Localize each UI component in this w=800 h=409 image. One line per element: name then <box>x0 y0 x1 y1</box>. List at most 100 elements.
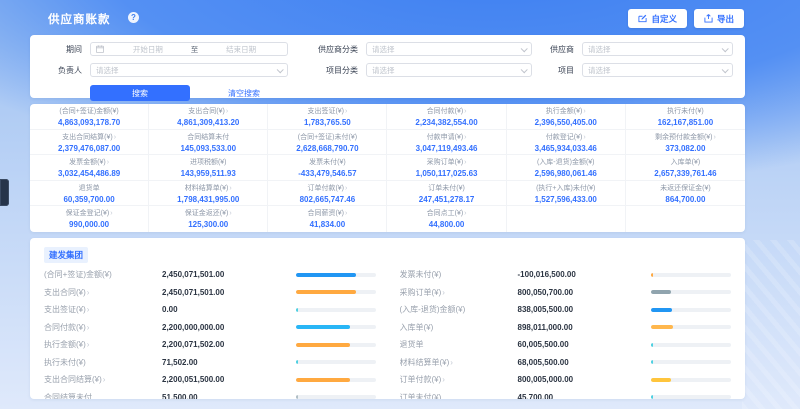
stat-label[interactable]: 支出合同结算(¥)› <box>32 133 146 143</box>
stat-label[interactable]: 剩余预付款金额(¥)› <box>628 133 743 143</box>
stat-cell: 发票金额(¥)› 3,032,454,486.89 <box>30 155 149 181</box>
chevron-down-icon <box>521 66 528 73</box>
metric-bar-fill <box>651 343 653 347</box>
metric-bar <box>651 325 731 329</box>
stat-label[interactable]: 发票金额(¥)› <box>32 158 146 168</box>
link-arrow-icon: › <box>110 210 112 217</box>
metric-value: 898,011,000.00 <box>518 323 652 332</box>
supplier-select[interactable]: 请选择 <box>582 42 733 56</box>
metric-row: (入库-退货)金额(¥) 838,005,500.00 <box>400 301 732 319</box>
metric-label[interactable]: 执行金额(¥)› <box>44 339 162 350</box>
stat-value: 60,359,700.00 <box>32 194 146 205</box>
search-button[interactable]: 搜索 <box>90 85 190 101</box>
stat-value: 864,700.00 <box>628 194 743 205</box>
date-range-input[interactable]: 开始日期 至 结束日期 <box>90 42 288 56</box>
stat-label: 退货单 <box>32 184 146 194</box>
metric-bar <box>651 378 731 382</box>
owner-select[interactable]: 请选择 <box>90 63 288 77</box>
stat-label[interactable]: 合同薪资(¥)› <box>270 209 384 219</box>
stat-label: (合同+签证)金额(¥) <box>32 107 146 117</box>
metric-label[interactable]: 订单付款(¥)› <box>400 374 518 385</box>
metric-label[interactable]: 材料结算单(¥)› <box>400 357 518 368</box>
group-name-link[interactable]: 建发集团 <box>44 247 88 263</box>
supplier-category-select[interactable]: 请选择 <box>366 42 532 56</box>
stat-value: 2,396,550,405.00 <box>509 117 623 128</box>
stat-label[interactable]: 付款登记(¥)› <box>509 133 623 143</box>
stat-label[interactable]: 材料结算单(¥)› <box>151 184 265 194</box>
metric-row: 支出合同结算(¥)› 2,200,051,500.00 <box>44 371 376 389</box>
link-arrow-icon: › <box>464 210 466 217</box>
metric-bar <box>296 360 376 364</box>
stat-value: 802,665,747.46 <box>270 194 384 205</box>
metric-label: 入库单(¥) <box>400 322 518 333</box>
customize-button[interactable]: 自定义 <box>628 9 687 28</box>
stat-value: -433,479,546.57 <box>270 168 384 179</box>
metric-bar <box>296 273 376 277</box>
metric-value: 68,005,500.00 <box>518 358 652 367</box>
link-arrow-icon: › <box>442 375 445 384</box>
export-button[interactable]: 导出 <box>694 9 744 28</box>
metric-bar <box>651 360 731 364</box>
export-icon <box>704 14 713 23</box>
stat-label[interactable]: 支出合同(¥)› <box>151 107 265 117</box>
stat-label[interactable]: 采购订单(¥)› <box>389 158 503 168</box>
stat-label: (入库-退货)金额(¥) <box>509 158 623 168</box>
metric-label: 发票未付(¥) <box>400 269 518 280</box>
metric-bar <box>296 395 376 399</box>
stat-label[interactable]: 支出签证(¥)› <box>270 107 384 117</box>
metric-list-left: (合同+签证)金额(¥) 2,450,071,501.00 支出合同(¥)› 2… <box>44 266 376 399</box>
stat-label[interactable]: 保证金登记(¥)› <box>32 209 146 219</box>
metric-row: 订单付款(¥)› 800,005,000.00 <box>400 371 732 389</box>
stat-label[interactable]: 合同付款(¥)› <box>389 107 503 117</box>
metric-label: 执行未付(¥) <box>44 357 162 368</box>
link-arrow-icon: › <box>464 108 466 115</box>
stat-label[interactable]: 付款申请(¥)› <box>389 133 503 143</box>
stat-cell: 保证金返还(¥)› 125,300.00 <box>149 206 268 232</box>
stat-cell: 保证金登记(¥)› 990,000.00 <box>30 206 149 232</box>
metric-label: (合同+签证)金额(¥) <box>44 269 162 280</box>
drawer-handle[interactable] <box>0 179 9 206</box>
metric-row: 支出合同(¥)› 2,450,071,501.00 <box>44 283 376 301</box>
calendar-icon <box>96 45 104 53</box>
metric-row: 入库单(¥) 898,011,000.00 <box>400 318 732 336</box>
stat-value: 3,032,454,486.89 <box>32 168 146 179</box>
stat-cell: (入库-退货)金额(¥) 2,596,980,061.46 <box>507 155 626 181</box>
metric-bar-fill <box>296 308 298 312</box>
customize-label: 自定义 <box>651 13 677 25</box>
project-select[interactable]: 请选择 <box>582 63 733 77</box>
stat-label[interactable]: 执行金额(¥)› <box>509 107 623 117</box>
stat-value: 4,861,309,413.20 <box>151 117 265 128</box>
metric-row: 执行未付(¥) 71,502.00 <box>44 353 376 371</box>
help-icon[interactable]: ? <box>128 12 139 23</box>
stat-label[interactable]: 订单付款(¥)› <box>270 184 384 194</box>
stat-cell-empty <box>626 206 745 232</box>
metric-bar <box>651 395 731 399</box>
link-arrow-icon: › <box>345 210 347 217</box>
link-arrow-icon: › <box>229 185 231 192</box>
metric-bar <box>296 325 376 329</box>
metric-value: 800,005,000.00 <box>518 375 652 384</box>
metric-label[interactable]: 支出合同结算(¥)› <box>44 374 162 385</box>
metric-label[interactable]: 支出签证(¥)› <box>44 304 162 315</box>
metric-label[interactable]: 采购订单(¥)› <box>400 287 518 298</box>
stat-cell: 订单未付(¥) 247,451,278.17 <box>387 181 506 207</box>
link-arrow-icon: › <box>87 323 90 332</box>
metric-row: 执行金额(¥)› 2,200,071,502.00 <box>44 336 376 354</box>
metric-label[interactable]: 支出合同(¥)› <box>44 287 162 298</box>
metric-bar <box>651 343 731 347</box>
project-category-select[interactable]: 请选择 <box>366 63 532 77</box>
stat-label[interactable]: 合同点工(¥)› <box>389 209 503 219</box>
owner-label: 负责人 <box>42 65 82 76</box>
stat-label[interactable]: 保证金返还(¥)› <box>151 209 265 219</box>
metric-bar <box>296 343 376 347</box>
supplier-label: 供应商 <box>540 44 574 55</box>
metric-row: 采购订单(¥)› 800,050,700.00 <box>400 283 732 301</box>
metric-bar-fill <box>296 273 356 277</box>
clear-search-link[interactable]: 清空搜索 <box>228 88 260 99</box>
link-arrow-icon: › <box>345 108 347 115</box>
metric-row: 合同结算未付 51,500.00 <box>44 388 376 399</box>
link-arrow-icon: › <box>464 159 466 166</box>
metric-label[interactable]: 合同付款(¥)› <box>44 322 162 333</box>
stat-value: 2,596,980,061.46 <box>509 168 623 179</box>
stat-cell: 入库单(¥) 2,657,339,761.46 <box>626 155 745 181</box>
